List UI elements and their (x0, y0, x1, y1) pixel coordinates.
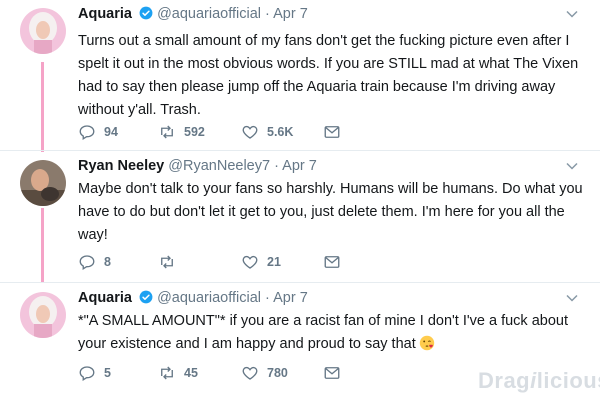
separator-dot: · (274, 158, 279, 174)
like-count: 5.6K (267, 125, 294, 139)
display-name[interactable]: Ryan Neeley (78, 158, 164, 174)
tweet-header: Ryan Neeley @RyanNeeley7 · Apr 7 (78, 158, 317, 174)
like-button[interactable]: 21 (241, 253, 281, 271)
reply-button[interactable]: 8 (78, 253, 111, 271)
envelope-icon (324, 256, 340, 268)
envelope-icon (324, 367, 340, 379)
timestamp[interactable]: Apr 7 (273, 290, 308, 306)
reply-count: 8 (104, 255, 111, 269)
reply-button[interactable]: 94 (78, 123, 118, 141)
watermark-part2: licious (536, 368, 600, 393)
tweet-actions: 5 45 780 (78, 364, 378, 384)
tweet[interactable]: Ryan Neeley @RyanNeeley7 · Apr 7 Maybe d… (0, 152, 600, 282)
retweet-icon (161, 366, 173, 380)
retweet-count: 592 (184, 125, 205, 139)
separator-dot: · (265, 290, 270, 306)
like-button[interactable]: 5.6K (241, 123, 293, 141)
display-name[interactable]: Aquaria (78, 6, 132, 22)
chevron-down-icon[interactable] (566, 8, 578, 20)
watermark-logo: Dragilicious (478, 368, 600, 394)
heart-icon (242, 255, 258, 269)
watermark-part1: Drag (478, 368, 531, 393)
handle[interactable]: @aquariaofficial (157, 290, 261, 306)
avatar[interactable] (20, 8, 66, 54)
tweet-text: *"A SMALL AMOUNT"* if you are a racist f… (78, 313, 568, 352)
handle[interactable]: @RyanNeeley7 (168, 158, 270, 174)
timestamp[interactable]: Apr 7 (282, 158, 317, 174)
separator-dot: · (265, 6, 270, 22)
retweet-button[interactable] (158, 253, 184, 271)
tweet-actions: 94 592 5.6K (78, 123, 378, 143)
retweet-icon (161, 125, 173, 139)
avatar[interactable] (20, 160, 66, 206)
tweet[interactable]: Aquaria @aquariaofficial · Apr 7 Turns o… (0, 0, 600, 150)
tweet-header: Aquaria @aquariaofficial · Apr 7 (78, 290, 308, 308)
retweet-button[interactable]: 592 (158, 123, 205, 141)
like-count: 21 (267, 255, 281, 269)
tweet-text-container: *"A SMALL AMOUNT"* if you are a racist f… (78, 310, 583, 356)
chevron-down-icon[interactable] (566, 292, 578, 304)
divider (0, 282, 600, 283)
tweet-text: Maybe don't talk to your fans so harshly… (78, 181, 583, 243)
chevron-down-icon[interactable] (566, 160, 578, 172)
direct-message-button[interactable] (323, 253, 349, 271)
kissing-face-emoji-icon (419, 335, 434, 351)
watermark-dot: i (530, 368, 537, 393)
handle[interactable]: @aquariaofficial (157, 6, 261, 22)
divider (0, 150, 600, 151)
reply-count: 5 (104, 366, 111, 380)
retweet-count: 45 (184, 366, 198, 380)
heart-icon (242, 366, 258, 380)
display-name[interactable]: Aquaria (78, 290, 132, 306)
heart-icon (242, 125, 258, 139)
reply-icon (79, 366, 95, 381)
reply-button[interactable]: 5 (78, 364, 111, 382)
envelope-icon (324, 126, 340, 138)
reply-count: 94 (104, 125, 118, 139)
reply-icon (79, 255, 95, 270)
avatar[interactable] (20, 292, 66, 338)
like-count: 780 (267, 366, 288, 380)
direct-message-button[interactable] (323, 364, 349, 382)
like-button[interactable]: 780 (241, 364, 288, 382)
tweet-header: Aquaria @aquariaofficial · Apr 7 (78, 6, 308, 24)
tweet-text: Turns out a small amount of my fans don'… (78, 33, 579, 118)
direct-message-button[interactable] (323, 123, 349, 141)
verified-badge-icon (139, 290, 153, 308)
reply-icon (79, 125, 95, 140)
verified-badge-icon (139, 6, 153, 24)
retweet-icon (161, 255, 173, 269)
tweet-actions: 8 21 (78, 253, 378, 273)
retweet-button[interactable]: 45 (158, 364, 198, 382)
timestamp[interactable]: Apr 7 (273, 6, 308, 22)
